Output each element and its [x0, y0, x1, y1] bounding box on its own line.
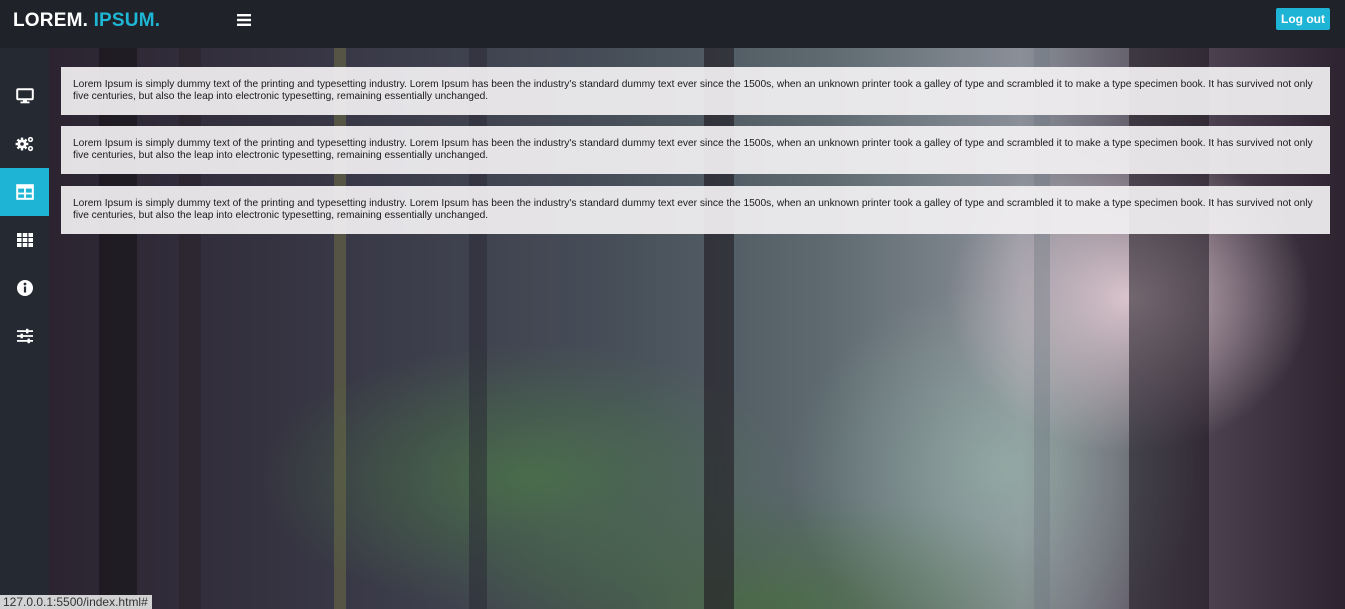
grid-icon: [16, 233, 33, 247]
brand-part-2: IPSUM.: [93, 10, 161, 31]
sidebar-item-monitor[interactable]: [0, 72, 49, 120]
text-card: Lorem Ipsum is simply dummy text of the …: [61, 67, 1330, 115]
info-icon: [16, 280, 33, 296]
logout-button[interactable]: Log out: [1276, 8, 1330, 30]
text-card: Lorem Ipsum is simply dummy text of the …: [61, 186, 1330, 234]
card-text: Lorem Ipsum is simply dummy text of the …: [73, 79, 1313, 102]
browser-status-bar: 127.0.0.1:5500/index.html#: [0, 595, 152, 609]
sidebar-item-sliders[interactable]: [0, 312, 49, 360]
sidebar-item-settings[interactable]: [0, 120, 49, 168]
forest-background: Lorem Ipsum is simply dummy text of the …: [49, 48, 1345, 609]
sidebar: [0, 48, 49, 609]
card-text: Lorem Ipsum is simply dummy text of the …: [73, 198, 1313, 221]
top-bar: LOREM. IPSUM. Log out: [0, 0, 1345, 48]
sidebar-item-grid[interactable]: [0, 216, 49, 264]
table-icon: [15, 184, 34, 200]
monitor-icon: [15, 88, 34, 104]
sliders-icon: [16, 328, 33, 344]
brand-part-1: LOREM.: [13, 10, 89, 31]
sidebar-item-table[interactable]: [0, 168, 49, 216]
sidebar-item-info[interactable]: [0, 264, 49, 312]
card-text: Lorem Ipsum is simply dummy text of the …: [73, 138, 1313, 161]
brand-logo[interactable]: LOREM. IPSUM.: [13, 10, 160, 32]
hamburger-menu-icon[interactable]: [236, 12, 252, 28]
gears-icon: [15, 136, 33, 152]
text-card: Lorem Ipsum is simply dummy text of the …: [61, 126, 1330, 174]
